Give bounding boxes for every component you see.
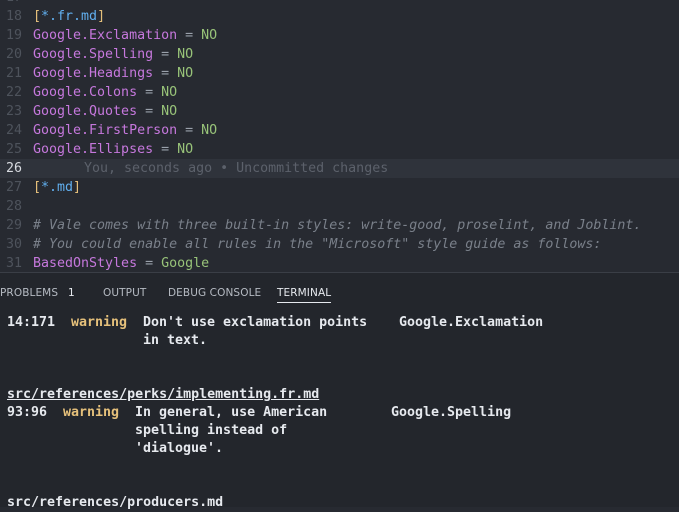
code-token: = [153, 47, 178, 62]
editor-line[interactable]: 28 [0, 197, 679, 216]
editor-line[interactable]: 27 [*.md] [0, 178, 679, 197]
code-token: ] [73, 180, 82, 195]
line-code: Google.Quotes = NO [33, 102, 177, 121]
line-number: 19 [5, 28, 22, 43]
editor-line[interactable]: 31 BasedOnStyles = Google [0, 254, 679, 272]
tab-problems[interactable]: PROBLEMS [0, 286, 58, 302]
editor-line[interactable]: 26 You, seconds ago • Uncommitted changes [0, 159, 679, 178]
terminal-file-path[interactable]: src/references/producers.md [7, 494, 223, 512]
line-number: 22 [5, 85, 22, 100]
line-number: 27 [5, 180, 22, 195]
code-token: NO [161, 104, 178, 119]
line-code: [*.md] [33, 178, 81, 197]
terminal-message: In general, use American [135, 405, 328, 420]
editor-line[interactable]: 25 Google.Ellipses = NO [0, 140, 679, 159]
line-code: Google.FirstPerson = NO [33, 121, 217, 140]
editor-line[interactable]: 29 # Vale comes with three built-in style… [0, 216, 679, 235]
line-number: 25 [5, 142, 22, 157]
editor-line[interactable]: 30 # You could enable all rules in the "M… [0, 235, 679, 254]
editor-line[interactable]: 20 Google.Spelling = NO [0, 45, 679, 64]
line-code: Google.Spelling = NO [33, 45, 193, 64]
code-token: = [137, 104, 162, 119]
panel-tabs: PROBLEMS 1 OUTPUT DEBUG CONSOLE TERMINAL [0, 273, 679, 305]
line-number: 17 [0, 0, 22, 7]
terminal-rule: Google.Exclamation [399, 315, 544, 330]
line-number: 23 [5, 104, 22, 119]
code-token: [ [33, 180, 42, 195]
code-token: = [177, 123, 202, 138]
terminal-position: 93:96 [7, 405, 48, 420]
problems-count-badge: 1 [68, 287, 75, 299]
line-number: 24 [5, 123, 22, 138]
code-token: NO [201, 123, 218, 138]
line-number: 29 [5, 218, 22, 233]
editor-line[interactable]: 24 Google.FirstPerson = NO [0, 121, 679, 140]
code-token: # You could enable all rules in the "Mic… [33, 237, 602, 252]
terminal-message: in text. [143, 333, 208, 348]
line-code: Google.Colons = NO [33, 83, 177, 102]
code-token: NO [177, 66, 194, 81]
editor-line[interactable]: 18 [*.fr.md] [0, 7, 679, 26]
code-token: Google.Exclamation [33, 28, 178, 43]
code-token: Google.Spelling [33, 47, 154, 62]
code-token: NO [177, 142, 194, 157]
code-token: Google.Headings [33, 66, 154, 81]
code-token: *.fr.md [41, 9, 98, 24]
line-code: Google.Exclamation = NO [33, 26, 217, 45]
code-token: Google.Ellipses [33, 142, 154, 157]
line-number: 21 [5, 66, 22, 81]
code-token: Google.Colons [33, 85, 138, 100]
line-code: Google.Headings = NO [33, 64, 193, 83]
terminal-warning-label: warning [63, 405, 120, 420]
terminal-position: 14:171 [7, 315, 56, 330]
code-token: # Vale comes with three built-in styles:… [33, 218, 642, 233]
terminal-message: spelling instead of [135, 423, 288, 438]
line-number: 26 [5, 161, 22, 176]
code-editor[interactable]: 1718[*.fr.md]19Google.Exclamation = NO20… [0, 0, 679, 272]
line-code: BasedOnStyles = Google [33, 254, 209, 272]
code-token: = [177, 28, 202, 43]
code-token: = [153, 66, 178, 81]
code-token: BasedOnStyles [33, 256, 138, 271]
line-number: 20 [5, 47, 22, 62]
terminal-message: Don't use exclamation points [143, 315, 368, 330]
code-token: Google.Quotes [33, 104, 138, 119]
code-token: NO [201, 28, 218, 43]
line-number: 28 [5, 199, 22, 214]
code-token: *.md [41, 180, 74, 195]
line-number: 18 [5, 9, 22, 24]
code-token: = [153, 142, 178, 157]
code-token: [ [33, 9, 42, 24]
terminal-message: 'dialogue'. [135, 441, 224, 456]
tab-output[interactable]: OUTPUT [103, 286, 146, 302]
code-token: = [137, 85, 162, 100]
code-token: Google [161, 256, 210, 271]
line-code: [*.fr.md] [33, 7, 105, 26]
editor-line[interactable]: 21 Google.Headings = NO [0, 64, 679, 83]
editor-line[interactable]: 22 Google.Colons = NO [0, 83, 679, 102]
line-number: 31 [5, 256, 22, 271]
editor-line[interactable]: 19 Google.Exclamation = NO [0, 26, 679, 45]
code-token: ] [97, 9, 106, 24]
terminal-rule: Google.Spelling [391, 405, 512, 420]
line-code: Google.Ellipses = NO [33, 140, 193, 159]
git-blame-annotation: You, seconds ago • Uncommitted changes [84, 161, 389, 176]
tab-terminal[interactable]: TERMINAL [277, 286, 332, 303]
line-code: # You could enable all rules in the "Mic… [33, 235, 601, 254]
bottom-panel: PROBLEMS 1 OUTPUT DEBUG CONSOLE TERMINAL… [0, 272, 679, 510]
editor-line[interactable]: 17 [0, 0, 679, 7]
editor-line[interactable]: 23 Google.Quotes = NO [0, 102, 679, 121]
code-token: NO [161, 85, 178, 100]
line-code: # Vale comes with three built-in styles:… [33, 216, 641, 235]
code-token: NO [177, 47, 194, 62]
tab-debug-console[interactable]: DEBUG CONSOLE [168, 286, 261, 302]
terminal-file-path[interactable]: src/references/perks/implementing.fr.md [7, 386, 319, 404]
terminal-warning-label: warning [71, 315, 128, 330]
code-token: Google.FirstPerson [33, 123, 178, 138]
code-token: = [137, 256, 162, 271]
line-number: 30 [5, 237, 22, 252]
